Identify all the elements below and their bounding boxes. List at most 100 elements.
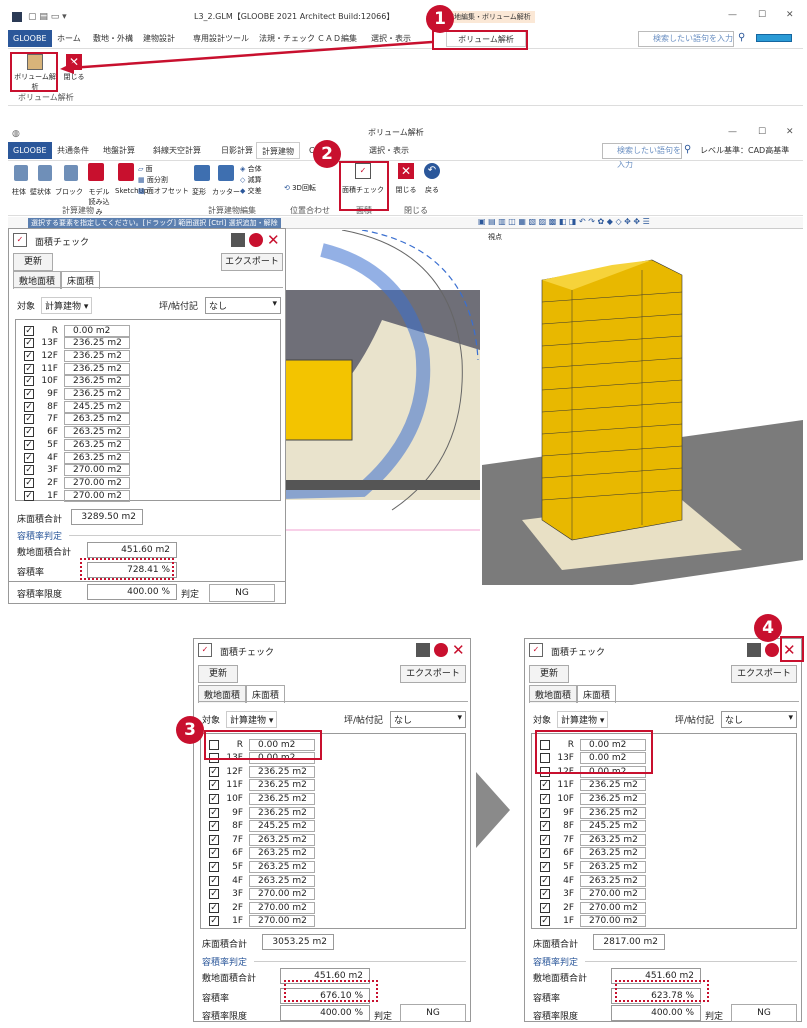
floor-checkbox[interactable]: ✓: [209, 875, 219, 886]
floor-row[interactable]: ✓ 9F 236.25 m2: [201, 806, 315, 819]
transform-icon[interactable]: [194, 165, 210, 181]
floor-checkbox[interactable]: ✓: [209, 793, 219, 804]
floor-row[interactable]: ✓ 8F 245.25 m2: [16, 400, 130, 413]
floor-checkbox[interactable]: ✓: [540, 807, 550, 818]
floor-list[interactable]: ✓ R 0.00 m2 ✓ 13F 236.25 m2 ✓ 12F 236.25 m2 ✓ 11F 2…: [15, 319, 281, 502]
block-icon[interactable]: [64, 165, 78, 181]
floor-checkbox[interactable]: ✓: [209, 821, 219, 832]
floor-row[interactable]: ✓ 1F 270.00 m2: [532, 915, 646, 928]
level-setting[interactable]: レベル基準：CAD高基準: [700, 145, 789, 156]
tsubo-select[interactable]: なし ▾: [721, 711, 797, 728]
target-select[interactable]: 計算建物 ▾: [557, 711, 609, 728]
floor-row[interactable]: ✓ 6F 263.25 m2: [16, 426, 130, 439]
export-button[interactable]: エクスポート: [400, 665, 466, 683]
dialog-record-icon[interactable]: [249, 233, 263, 247]
floor-row[interactable]: ✓ 7F 263.25 m2: [532, 833, 646, 846]
tab-gloobe[interactable]: GLOOBE: [8, 142, 52, 159]
floor-row[interactable]: ✓ 1F 270.00 m2: [16, 489, 130, 502]
floor-row[interactable]: ✓ 3F 270.00 m2: [16, 464, 130, 477]
floor-row[interactable]: ✓ 9F 236.25 m2: [532, 806, 646, 819]
search-icon[interactable]: ⚲: [684, 144, 691, 155]
floor-checkbox[interactable]: ✓: [24, 350, 34, 361]
floor-checkbox[interactable]: ✓: [209, 834, 219, 845]
cutter-label[interactable]: カッター: [212, 187, 240, 197]
dialog-minimize-icon[interactable]: [416, 643, 430, 657]
wall-label[interactable]: 壁状体: [30, 187, 51, 217]
floor-row[interactable]: ✓ 8F 245.25 m2: [201, 820, 315, 833]
close-tool-button[interactable]: ✕ 閉じる: [394, 163, 418, 195]
face-split-button[interactable]: ▦ 面分割: [138, 175, 189, 186]
floor-checkbox[interactable]: ✓: [540, 834, 550, 845]
floor-row[interactable]: ✓ 7F 263.25 m2: [201, 833, 315, 846]
floor-checkbox[interactable]: ✓: [24, 414, 34, 425]
export-button[interactable]: エクスポート: [221, 253, 283, 271]
floor-checkbox[interactable]: ✓: [24, 427, 34, 438]
target-select[interactable]: 計算建物 ▾: [226, 711, 278, 728]
tsubo-select[interactable]: なし ▾: [205, 297, 281, 314]
tab-ground[interactable]: 地盤計算: [98, 142, 140, 159]
dialog-record-icon[interactable]: [434, 643, 448, 657]
dialog-minimize-icon[interactable]: [747, 643, 761, 657]
floor-checkbox[interactable]: ✓: [24, 325, 34, 336]
floor-checkbox[interactable]: ✓: [209, 916, 219, 927]
dialog-close-icon[interactable]: ✕: [452, 641, 465, 659]
back-button[interactable]: ↶ 戻る: [420, 163, 444, 195]
export-button[interactable]: エクスポート: [731, 665, 797, 683]
face-button[interactable]: ▱ 面: [138, 164, 189, 175]
tsubo-select[interactable]: なし ▾: [390, 711, 466, 728]
search-input[interactable]: 検索したい語句を入力: [638, 31, 734, 47]
update-button[interactable]: 更新: [13, 253, 53, 271]
floor-checkbox[interactable]: ✓: [24, 452, 34, 463]
floor-checkbox[interactable]: ✓: [24, 376, 34, 387]
floor-list[interactable]: R 0.00 m2 13F 0.00 m2 ✓ 12F 236.25 m2 ✓ 11F 236.2…: [200, 733, 466, 929]
floor-checkbox[interactable]: ✓: [24, 389, 34, 399]
floor-row[interactable]: ✓ 12F 236.25 m2: [16, 349, 130, 362]
floor-row[interactable]: ✓ 2F 270.00 m2: [16, 476, 130, 489]
floor-checkbox[interactable]: ✓: [540, 821, 550, 832]
floor-checkbox[interactable]: ✓: [540, 889, 550, 900]
floor-row[interactable]: ✓ 4F 263.25 m2: [532, 874, 646, 887]
minimize-icon[interactable]: —: [728, 10, 737, 20]
minimize-icon[interactable]: —: [728, 127, 737, 137]
floor-checkbox[interactable]: ✓: [540, 793, 550, 804]
floor-row[interactable]: ✓ 5F 263.25 m2: [201, 860, 315, 873]
floor-row[interactable]: ✓ 8F 245.25 m2: [532, 820, 646, 833]
floor-checkbox[interactable]: ✓: [540, 780, 550, 791]
dialog-record-icon[interactable]: [765, 643, 779, 657]
floor-row[interactable]: ✓ 4F 263.25 m2: [16, 451, 130, 464]
tab-calc-building[interactable]: 計算建物: [256, 142, 300, 159]
account-icon[interactable]: [756, 34, 792, 42]
search-input[interactable]: 検索したい語句を入力: [602, 143, 682, 169]
floor-row[interactable]: ✓ R 0.00 m2: [16, 324, 130, 337]
tab-common[interactable]: 共通条件: [52, 142, 94, 159]
floor-checkbox[interactable]: ✓: [540, 916, 550, 927]
pillar-label[interactable]: 柱体: [12, 187, 26, 217]
maximize-icon[interactable]: ☐: [758, 10, 766, 20]
floor-row[interactable]: ✓ 10F 236.25 m2: [16, 375, 130, 388]
floor-row[interactable]: ✓ 5F 263.25 m2: [16, 438, 130, 451]
floor-checkbox[interactable]: ✓: [540, 861, 550, 872]
floor-checkbox[interactable]: ✓: [209, 889, 219, 900]
rotate-3d-button[interactable]: ⟲ 3D回転: [284, 183, 316, 193]
floor-row[interactable]: ✓ 11F 236.25 m2: [201, 779, 315, 792]
tab-shadow[interactable]: 日影計算: [216, 142, 258, 159]
plan-view[interactable]: [282, 230, 480, 585]
floor-row[interactable]: ✓ 3F 270.00 m2: [201, 888, 315, 901]
floor-checkbox[interactable]: ✓: [24, 465, 34, 476]
floor-row[interactable]: ✓ 1F 270.00 m2: [201, 915, 315, 928]
floor-checkbox[interactable]: ✓: [24, 338, 34, 349]
floor-row[interactable]: ✓ 6F 263.25 m2: [532, 847, 646, 860]
floor-checkbox[interactable]: ✓: [209, 861, 219, 872]
floor-checkbox[interactable]: ✓: [209, 848, 219, 859]
sketchup-icon[interactable]: [118, 163, 134, 181]
floor-checkbox[interactable]: ✓: [24, 439, 34, 450]
tab-sky[interactable]: 斜線天空計算: [148, 142, 206, 159]
close-icon[interactable]: ✕: [786, 127, 794, 137]
update-button[interactable]: 更新: [198, 665, 238, 683]
model-read-icon[interactable]: [88, 163, 104, 181]
floor-checkbox[interactable]: ✓: [209, 902, 219, 913]
cutter-icon[interactable]: [218, 165, 234, 181]
floor-checkbox[interactable]: ✓: [24, 363, 34, 374]
maximize-icon[interactable]: ☐: [758, 127, 766, 137]
floor-checkbox[interactable]: ✓: [540, 848, 550, 859]
